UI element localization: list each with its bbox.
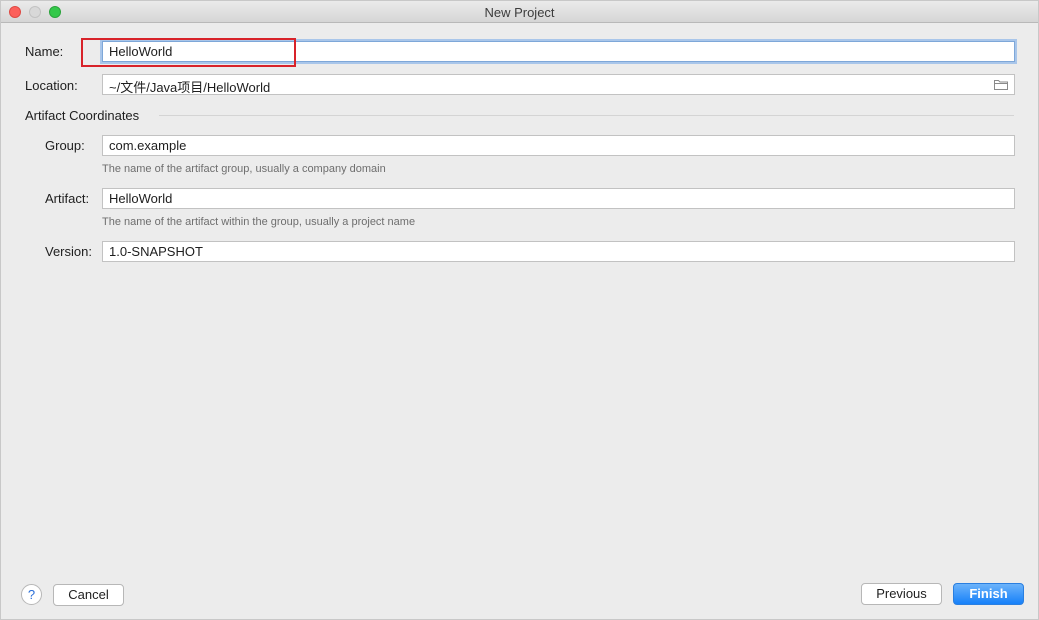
group-input[interactable]: com.example <box>102 135 1015 156</box>
version-input[interactable]: 1.0-SNAPSHOT <box>102 241 1015 262</box>
folder-icon[interactable] <box>994 79 1008 90</box>
group-label: Group: <box>45 138 85 153</box>
new-project-window: New Project Name: HelloWorld Location: ~… <box>0 0 1039 620</box>
finish-button[interactable]: Finish <box>953 583 1024 605</box>
section-divider <box>159 115 1014 116</box>
cancel-button[interactable]: Cancel <box>53 584 124 606</box>
location-value: ~/文件/Java项目/HelloWorld <box>109 80 271 95</box>
name-input[interactable]: HelloWorld <box>102 41 1015 62</box>
section-title: Artifact Coordinates <box>25 108 140 123</box>
location-input[interactable]: ~/文件/Java项目/HelloWorld <box>102 74 1015 95</box>
location-label: Location: <box>25 78 78 93</box>
group-hint: The name of the artifact group, usually … <box>102 163 386 175</box>
help-icon[interactable]: ? <box>21 584 42 605</box>
artifact-label: Artifact: <box>45 191 90 206</box>
previous-button[interactable]: Previous <box>861 583 942 605</box>
artifact-input[interactable]: HelloWorld <box>102 188 1015 209</box>
name-label: Name: <box>25 44 64 59</box>
window-title: New Project <box>484 5 555 20</box>
version-label: Version: <box>45 244 92 259</box>
artifact-hint: The name of the artifact within the grou… <box>102 216 416 228</box>
title-bar: New Project <box>1 1 1038 23</box>
